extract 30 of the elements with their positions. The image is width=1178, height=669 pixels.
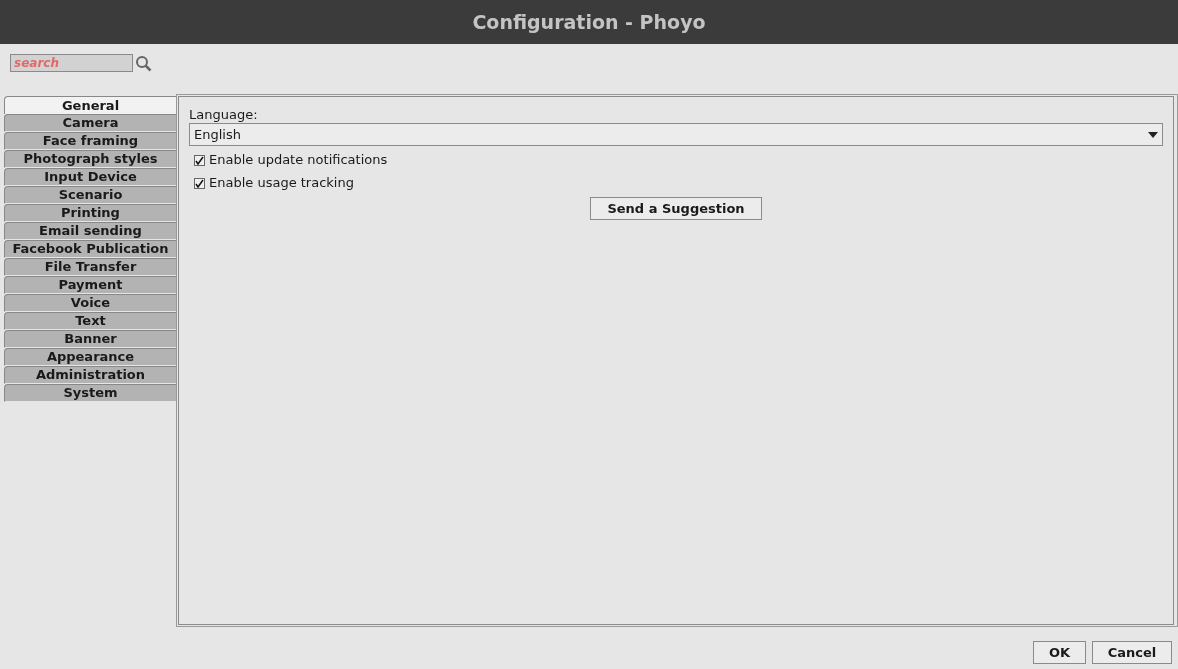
tab[interactable]: File Transfer	[4, 258, 176, 276]
dialog-button[interactable]: Cancel	[1092, 641, 1172, 664]
checkbox[interactable]	[194, 177, 205, 189]
tab[interactable]: Face framing	[4, 132, 176, 150]
tab[interactable]: Photograph styles	[4, 150, 176, 168]
search-icon[interactable]	[135, 54, 152, 72]
window-title: Configuration - Phoyo	[472, 9, 706, 35]
tab[interactable]: Payment	[4, 276, 176, 294]
dropdown-arrow-icon	[1148, 131, 1158, 138]
tab[interactable]: Administration	[4, 366, 176, 384]
language-label: Language:	[189, 107, 259, 122]
tab[interactable]: Scenario	[4, 186, 176, 204]
tab[interactable]: System	[4, 384, 176, 402]
tab[interactable]: Input Device	[4, 168, 176, 186]
tab[interactable]: Email sending	[4, 222, 176, 240]
tab[interactable]: Camera	[4, 114, 176, 132]
search-field[interactable]: search	[10, 54, 133, 72]
send-suggestion-button[interactable]: Send a Suggestion	[590, 197, 762, 220]
dialog-button[interactable]: OK	[1033, 641, 1086, 664]
checkbox[interactable]	[194, 154, 205, 166]
checkbox-label: Enable usage tracking	[209, 174, 354, 193]
checkbox-label: Enable update notifications	[209, 151, 388, 170]
tab[interactable]: Voice	[4, 294, 176, 312]
tab[interactable]: Facebook Publication	[4, 240, 176, 258]
tab[interactable]: Printing	[4, 204, 176, 222]
language-dropdown[interactable]: English	[189, 123, 1163, 146]
tab[interactable]: Appearance	[4, 348, 176, 366]
tab[interactable]: Banner	[4, 330, 176, 348]
tab[interactable]: General	[4, 96, 176, 114]
tab[interactable]: Text	[4, 312, 176, 330]
